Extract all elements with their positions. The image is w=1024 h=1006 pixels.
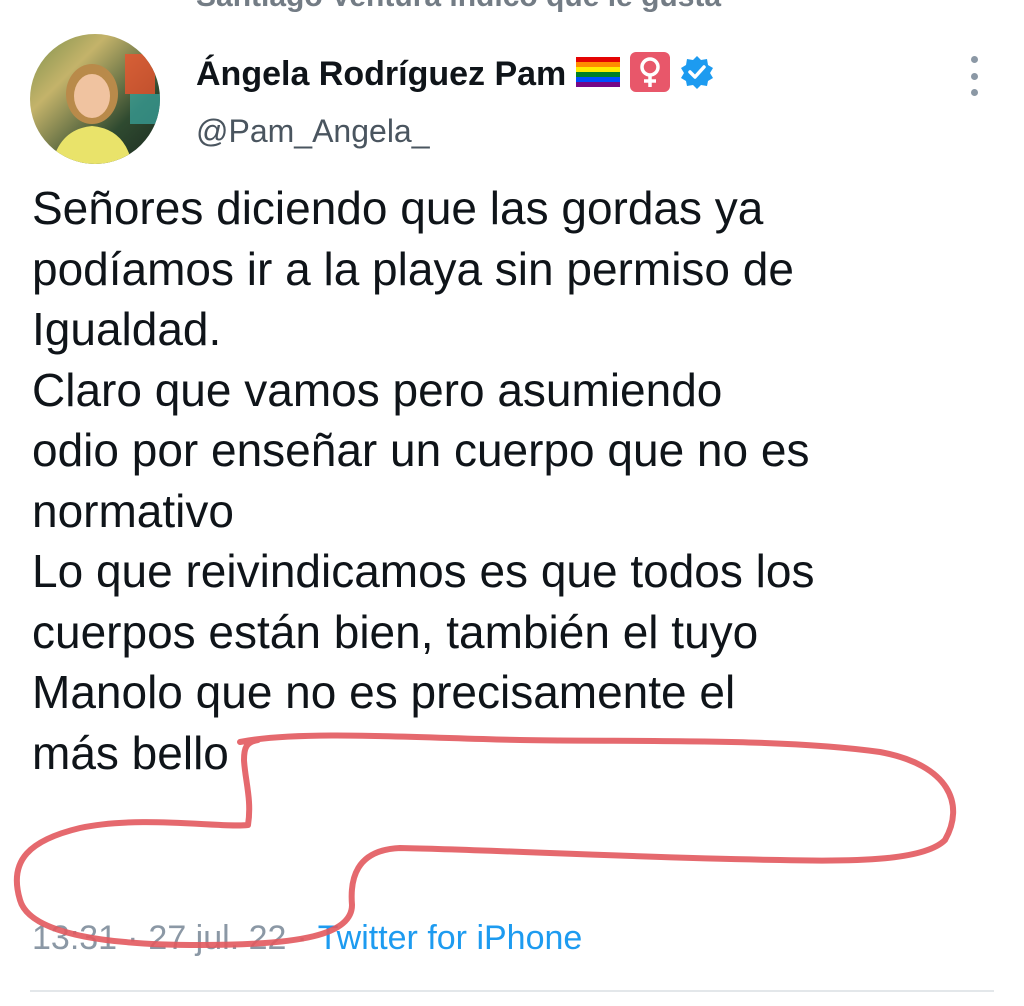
- tweet-line: podíamos ir a la playa sin permiso de: [32, 242, 794, 295]
- tweet-line: cuerpos están bien, también el tuyo: [32, 605, 759, 658]
- tweet-line: Claro que vamos pero asumiendo: [32, 363, 723, 416]
- tweet-line: Manolo que no es precisamente el: [32, 666, 736, 718]
- female-sign-icon: [630, 51, 671, 97]
- author-handle[interactable]: @Pam_Angela_: [196, 113, 430, 150]
- social-context-line: Santiago Ventura indicó que le gusta: [196, 0, 721, 14]
- more-options-icon[interactable]: [962, 56, 986, 96]
- tweet-meta: 13:31 · 27 jul. 22 · Twitter for iPhone: [32, 913, 582, 963]
- tweet-line: Igualdad.: [32, 303, 222, 355]
- tweet-line: más bello: [32, 726, 229, 779]
- verified-badge-icon: [680, 55, 714, 94]
- meta-separator: ·: [127, 918, 139, 957]
- divider: [30, 990, 994, 992]
- author-display-name[interactable]: Ángela Rodríguez Pam: [196, 55, 566, 94]
- tweet-line: Señores diciendo que las gordas ya: [32, 182, 764, 234]
- tweet-text: Señores diciendo que las gordas ya podía…: [32, 178, 1002, 783]
- tweet-line: Lo que reivindicamos es que todos los: [32, 545, 815, 597]
- author-name-row[interactable]: Ángela Rodríguez Pam: [196, 51, 714, 97]
- tweet-time[interactable]: 13:31: [32, 919, 117, 958]
- meta-separator: ·: [296, 918, 308, 957]
- avatar[interactable]: [30, 34, 160, 164]
- rainbow-flag-icon: [576, 56, 621, 92]
- tweet-source-link[interactable]: Twitter for iPhone: [318, 919, 583, 958]
- tweet-line: normativo: [32, 484, 234, 537]
- profile-photo: [52, 54, 160, 164]
- tweet-line: odio por enseñar un cuerpo que no es: [32, 424, 810, 476]
- tweet-date[interactable]: 27 jul. 22: [148, 919, 286, 958]
